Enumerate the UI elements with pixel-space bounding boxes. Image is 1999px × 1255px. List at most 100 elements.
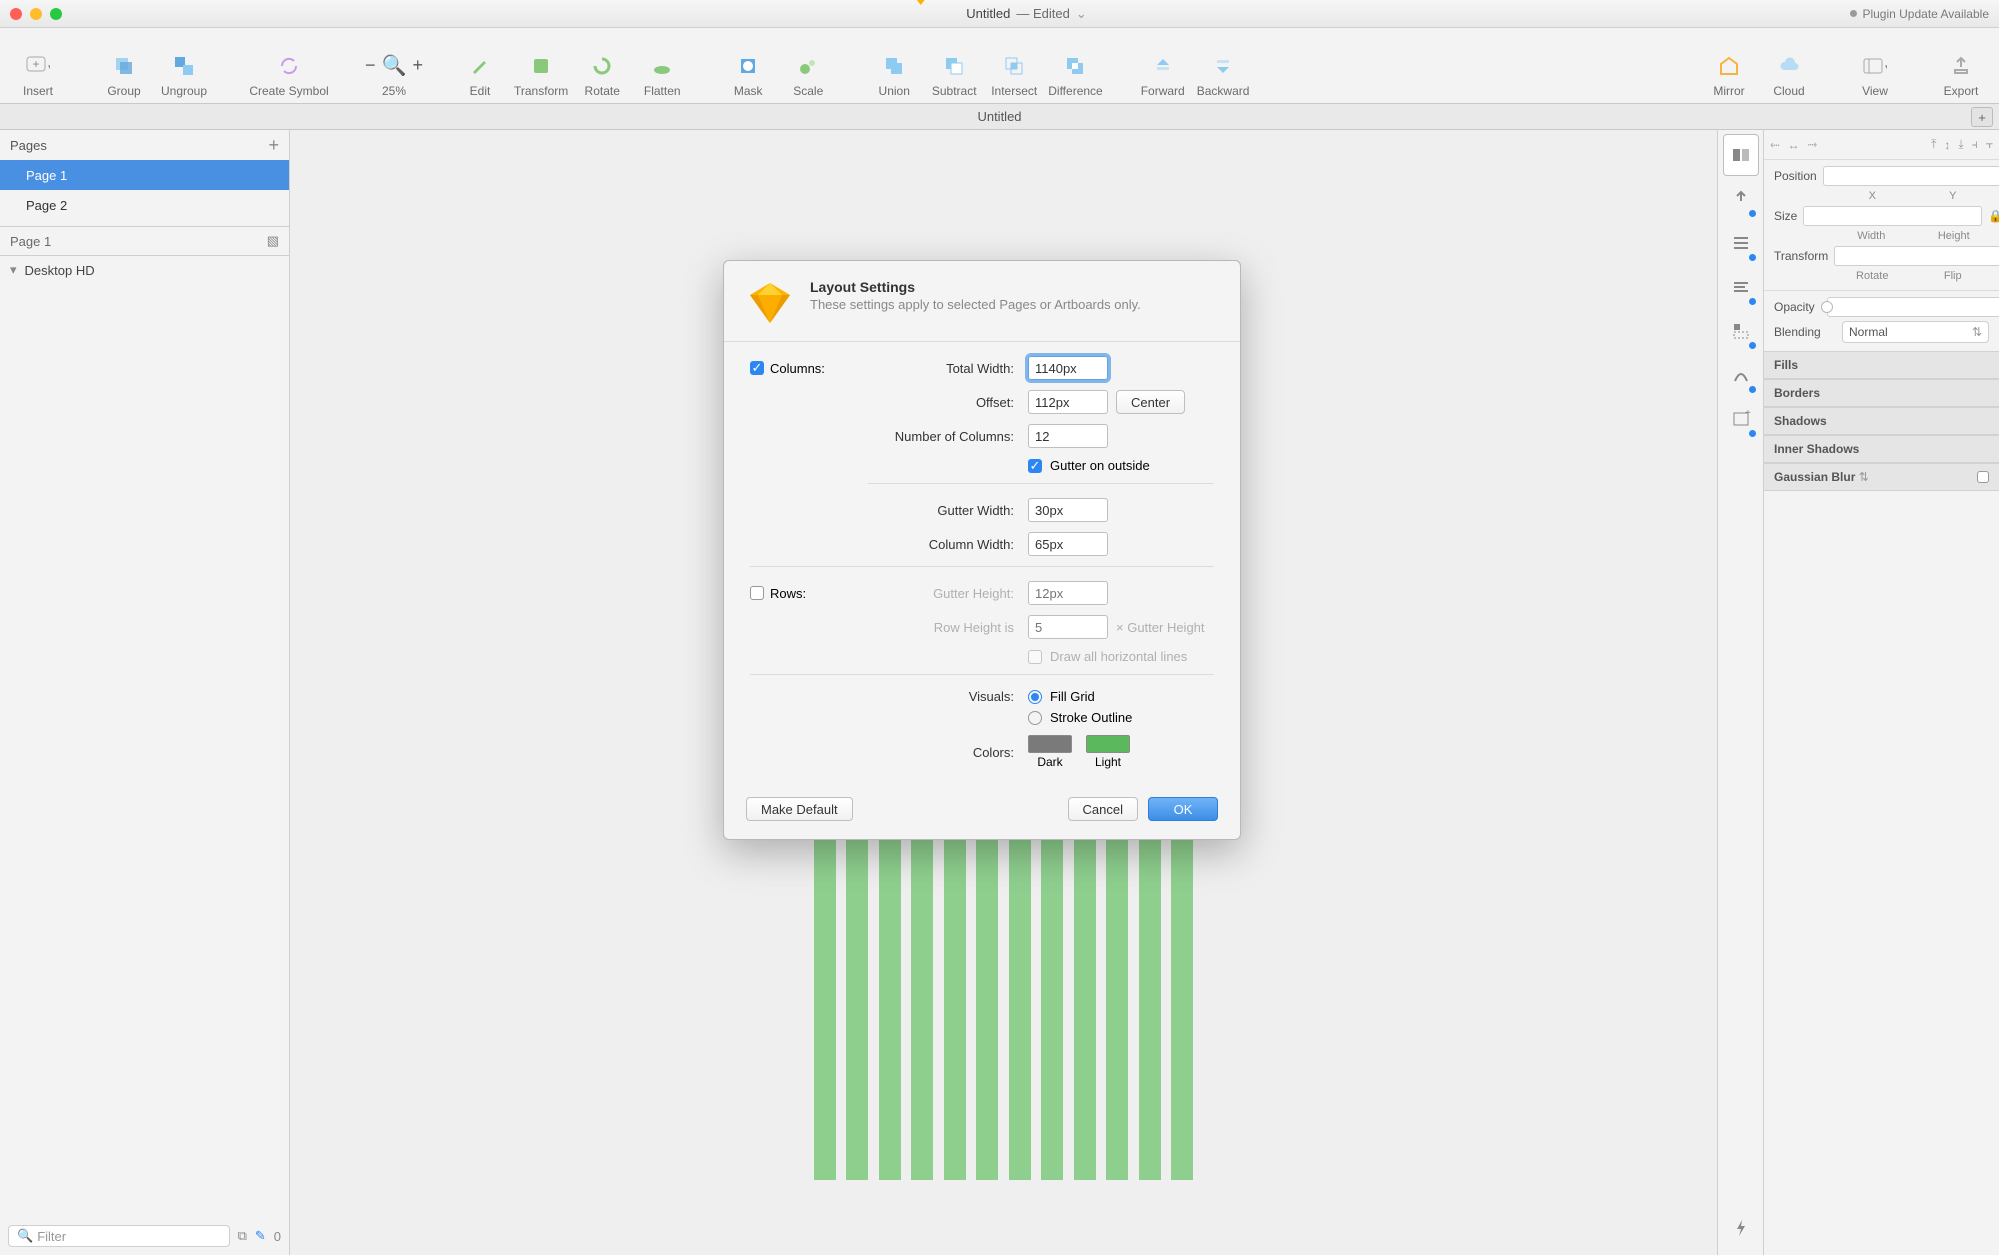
visuals-fill-radio[interactable] xyxy=(1028,690,1042,704)
lock-icon[interactable]: 🔒 xyxy=(1988,209,1999,223)
align-top-icon[interactable]: ⤒ xyxy=(1931,137,1936,152)
visuals-stroke-radio[interactable] xyxy=(1028,711,1042,725)
slice-tool-icon[interactable]: ✎ xyxy=(255,1228,266,1244)
cancel-button[interactable]: Cancel xyxy=(1068,797,1138,821)
main: Pages + Page 1 Page 2 Page 1 ▧ ▾ Desktop… xyxy=(0,130,1999,1255)
subtract-button[interactable]: Subtract xyxy=(928,34,980,98)
forward-button[interactable]: Forward xyxy=(1137,34,1189,98)
inspector-tab-vector[interactable] xyxy=(1723,354,1759,396)
transform-button[interactable]: Transform xyxy=(514,34,568,98)
subtract-icon xyxy=(940,52,968,80)
export-button[interactable]: Export xyxy=(1935,34,1987,98)
cloud-icon xyxy=(1775,52,1803,80)
chevron-down-icon[interactable]: ▾ xyxy=(10,262,17,278)
page-item-1[interactable]: Page 1 xyxy=(0,160,289,190)
shadows-header[interactable]: Shadows xyxy=(1764,407,1999,435)
borders-header[interactable]: Borders xyxy=(1764,379,1999,407)
zoom-control[interactable]: − 🔍 + 25% xyxy=(368,34,420,98)
cloud-button[interactable]: Cloud xyxy=(1763,34,1815,98)
align-right-icon[interactable]: ⤑ xyxy=(1808,137,1818,152)
mirror-button[interactable]: Mirror xyxy=(1703,34,1755,98)
distribute-h-icon[interactable]: ⫞ xyxy=(1972,137,1978,152)
inspector-tab-style[interactable] xyxy=(1723,134,1759,176)
align-bottom-icon[interactable]: ⤓ xyxy=(1958,137,1963,152)
alignment-row: ⬸ ↔ ⤑ ⤒ ↕ ⤓ ⫞ ⫟ xyxy=(1764,130,1999,160)
insert-button[interactable]: +▾ Insert xyxy=(12,34,64,98)
window-title: Untitled — Edited ⌄ xyxy=(912,0,1086,38)
add-tab-button[interactable]: + xyxy=(1971,107,1993,127)
column-width-input[interactable] xyxy=(1028,532,1108,556)
blending-select[interactable]: Normal ⇅ xyxy=(1842,321,1989,343)
add-page-button[interactable]: + xyxy=(268,135,279,156)
chevron-down-icon[interactable]: ⌄ xyxy=(1076,6,1087,22)
fills-header[interactable]: Fills xyxy=(1764,351,1999,379)
image-icon: + xyxy=(1731,409,1751,429)
backward-button[interactable]: Backward xyxy=(1197,34,1250,98)
zoom-in-button[interactable]: + xyxy=(412,55,423,76)
layer-row[interactable]: ▾ Desktop HD xyxy=(0,256,289,284)
gaussian-blur-header[interactable]: Gaussian Blur ⇅ xyxy=(1764,463,1999,491)
symbol-icon xyxy=(275,52,303,80)
dark-color-swatch[interactable] xyxy=(1028,735,1072,753)
pages-header: Pages + xyxy=(0,130,289,160)
distribute-v-icon[interactable]: ⫟ xyxy=(1986,137,1993,152)
align-vcenter-icon[interactable]: ↕ xyxy=(1944,138,1950,152)
zoom-out-button[interactable]: − xyxy=(365,55,376,76)
intersect-button[interactable]: Intersect xyxy=(988,34,1040,98)
flatten-icon xyxy=(648,52,676,80)
position-x-input[interactable] xyxy=(1823,166,1999,186)
center-button[interactable]: Center xyxy=(1116,390,1185,414)
inspector-tab-prototype[interactable] xyxy=(1723,1207,1759,1249)
rotate-button[interactable]: Rotate xyxy=(576,34,628,98)
inspector-tab-export[interactable] xyxy=(1723,178,1759,220)
align-left-icon[interactable]: ⬸ xyxy=(1770,137,1780,152)
inspector-tab-text[interactable] xyxy=(1723,266,1759,308)
sketch-logo-icon xyxy=(746,279,794,327)
minimize-window-icon[interactable] xyxy=(30,8,42,20)
filter-input[interactable]: 🔍 Filter xyxy=(8,1225,230,1247)
rows-checkbox[interactable] xyxy=(750,586,764,600)
rotate-input[interactable] xyxy=(1834,246,1999,266)
artboard-overview-icon[interactable]: ▧ xyxy=(267,233,279,249)
mask-button[interactable]: Mask xyxy=(722,34,774,98)
plugin-update-notice[interactable]: Plugin Update Available xyxy=(1850,7,1989,21)
columns-checkbox[interactable]: ✓ xyxy=(750,361,764,375)
gutter-width-input[interactable] xyxy=(1028,498,1108,522)
difference-button[interactable]: Difference xyxy=(1048,34,1102,98)
inspector-tab-resize[interactable] xyxy=(1723,310,1759,352)
group-button[interactable]: Group xyxy=(98,34,150,98)
union-button[interactable]: Union xyxy=(868,34,920,98)
ungroup-button[interactable]: Ungroup xyxy=(158,34,210,98)
inner-shadows-header[interactable]: Inner Shadows xyxy=(1764,435,1999,463)
view-button[interactable]: ▾View xyxy=(1849,34,1901,98)
size-width-input[interactable] xyxy=(1803,206,1982,226)
dialog-footer: Make Default Cancel OK xyxy=(724,787,1240,839)
opacity-input[interactable] xyxy=(1827,297,1999,317)
num-columns-input[interactable] xyxy=(1028,424,1108,448)
toolbar: +▾ Insert Group Ungroup Create Symbol − … xyxy=(0,28,1999,104)
backward-icon xyxy=(1209,52,1237,80)
layers-tool-icon[interactable]: ⧉ xyxy=(238,1228,247,1244)
close-window-icon[interactable] xyxy=(10,8,22,20)
gaussian-blur-checkbox[interactable] xyxy=(1977,471,1989,483)
text-icon xyxy=(1731,277,1751,297)
make-default-button[interactable]: Make Default xyxy=(746,797,853,821)
create-symbol-button[interactable]: Create Symbol xyxy=(244,34,334,98)
layers-header[interactable]: Page 1 ▧ xyxy=(0,226,289,256)
gutter-outside-checkbox[interactable]: ✓ xyxy=(1028,459,1042,473)
flatten-button[interactable]: Flatten xyxy=(636,34,688,98)
inspector-tab-align[interactable] xyxy=(1723,222,1759,264)
offset-input[interactable] xyxy=(1028,390,1108,414)
align-hcenter-icon[interactable]: ↔ xyxy=(1788,138,1800,152)
scale-button[interactable]: Scale xyxy=(782,34,834,98)
zoom-window-icon[interactable] xyxy=(50,8,62,20)
ok-button[interactable]: OK xyxy=(1148,797,1218,821)
edit-button[interactable]: Edit xyxy=(454,34,506,98)
total-width-input[interactable] xyxy=(1028,356,1108,380)
page-item-2[interactable]: Page 2 xyxy=(0,190,289,220)
document-tab[interactable]: Untitled xyxy=(977,109,1021,124)
chevron-updown-icon: ⇅ xyxy=(1972,325,1982,339)
canvas[interactable]: Layout Settings These settings apply to … xyxy=(290,130,1717,1255)
light-color-swatch[interactable] xyxy=(1086,735,1130,753)
inspector-tab-image[interactable]: + xyxy=(1723,398,1759,440)
